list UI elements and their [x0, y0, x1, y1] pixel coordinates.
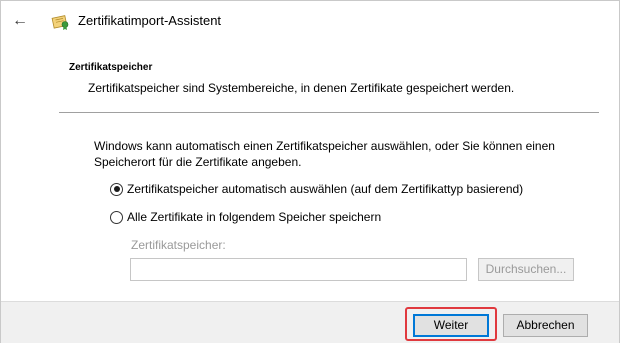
wizard-window: ← Zertifikatimport-Assistent Zertifikats… — [0, 0, 620, 343]
browse-button[interactable]: Durchsuchen... — [478, 258, 574, 281]
radio-auto-select-label[interactable]: Zertifikatspeicher automatisch auswählen… — [127, 182, 523, 196]
divider — [59, 112, 599, 113]
section-description: Zertifikatspeicher sind Systembereiche, … — [88, 81, 515, 95]
store-input[interactable] — [130, 258, 467, 281]
certificate-icon — [51, 15, 69, 30]
cancel-button[interactable]: Abbrechen — [503, 314, 588, 337]
window-title: Zertifikatimport-Assistent — [78, 13, 222, 28]
back-arrow-icon[interactable]: ← — [11, 13, 29, 29]
radio-button-checked[interactable] — [110, 182, 123, 196]
title-bar: ← Zertifikatimport-Assistent — [1, 1, 619, 41]
radio-button-unchecked[interactable] — [110, 210, 123, 224]
next-button[interactable]: Weiter — [413, 314, 489, 337]
radio-manual-store-label[interactable]: Alle Zertifikate in folgendem Speicher s… — [127, 210, 381, 224]
section-heading: Zertifikatspeicher — [69, 62, 153, 73]
intro-text: Windows kann automatisch einen Zertifika… — [94, 139, 555, 169]
radio-manual-store[interactable]: Alle Zertifikate in folgendem Speicher s… — [110, 210, 381, 224]
radio-auto-select[interactable]: Zertifikatspeicher automatisch auswählen… — [110, 182, 523, 196]
store-field-label: Zertifikatspeicher: — [131, 238, 226, 252]
